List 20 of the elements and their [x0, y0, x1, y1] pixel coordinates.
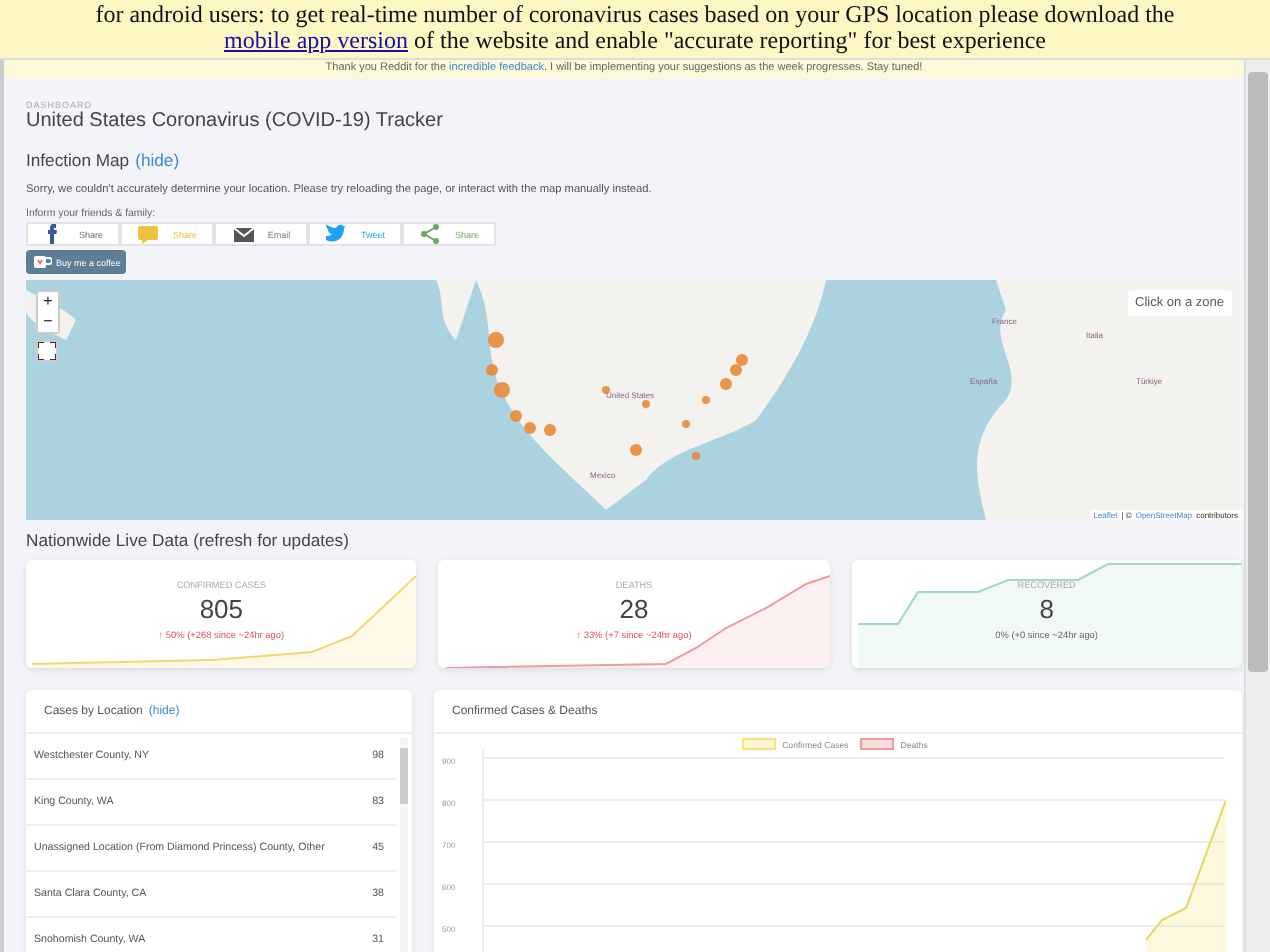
- scrollbar-thumb[interactable]: [1248, 72, 1268, 672]
- bird-icon: [324, 222, 349, 246]
- message-icon: [136, 222, 161, 246]
- cup-icon: [32, 253, 52, 271]
- share-icon: [418, 222, 443, 246]
- scrollbar-thumb[interactable]: [400, 748, 408, 804]
- list-scrollbar[interactable]: [400, 738, 408, 952]
- app-link[interactable]: mobile app version: [224, 26, 408, 54]
- stat-value: 8: [1039, 594, 1054, 624]
- stat-value: 28: [619, 594, 649, 624]
- scrollbar[interactable]: [1244, 60, 1270, 952]
- fullscreen-icon: [38, 342, 56, 360]
- section-title: Nationwide Live Data (refresh for updates): [26, 530, 351, 550]
- stat-value: 805: [199, 594, 244, 624]
- envelope-icon: [231, 222, 256, 246]
- section-title: Infection Map: [26, 150, 130, 170]
- page-title: United States Coronavirus (COVID-19) Tracker: [26, 110, 445, 132]
- fullscreen-button[interactable]: [36, 340, 58, 362]
- banner-message: for android users: to get real-time number of coronavirus cases based on your GPS location please download the mobile app version of the website and enable "accurate reporting" for best experience: [93, 2, 1177, 54]
- hide-link[interactable]: (hide): [135, 150, 180, 170]
